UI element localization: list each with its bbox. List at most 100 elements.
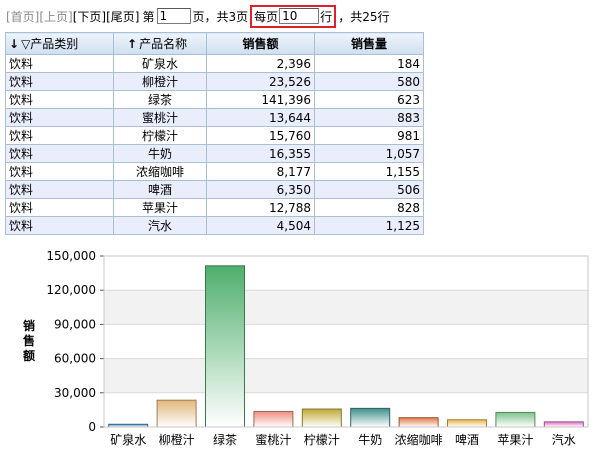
- col-header-qty[interactable]: 销售量: [314, 32, 424, 55]
- bar: [495, 411, 536, 428]
- table-row[interactable]: 饮料 牛奶 16,355 1,057: [5, 144, 424, 163]
- y-axis-label-char: 售: [23, 333, 35, 348]
- y-tick-label: 30,000: [54, 386, 96, 400]
- col-header-label: 产品类别: [30, 37, 79, 51]
- page-size-suffix-label: 行: [320, 9, 333, 24]
- table-row[interactable]: 饮料 绿茶 141,396 623: [5, 90, 424, 109]
- cell-category: 饮料: [5, 108, 114, 127]
- cell-name: 矿泉水: [113, 54, 207, 73]
- page-count-label: 页，共3页: [192, 9, 249, 24]
- y-tick-label: 150,000: [46, 249, 96, 263]
- plot-band: [104, 324, 588, 359]
- cell-qty: 828: [314, 198, 424, 217]
- plot-band: [104, 290, 588, 325]
- cell-category: 饮料: [5, 216, 114, 235]
- table-row[interactable]: 饮料 苹果汁 12,788 828: [5, 198, 424, 217]
- cell-name: 牛奶: [113, 144, 207, 163]
- sales-bar-chart: 0 30,000 60,000 90,000 120,000 150,000 销售额矿泉水柳…: [23, 249, 589, 447]
- y-axis-label: 销售额: [23, 318, 35, 363]
- plot-band: [104, 358, 588, 393]
- cell-category: 饮料: [5, 180, 114, 199]
- table-row[interactable]: 饮料 浓缩咖啡 8,177 1,155: [5, 162, 424, 181]
- next-page-link[interactable]: [下页]: [73, 8, 106, 25]
- filter-icon[interactable]: ▽: [21, 37, 30, 51]
- y-axis-label-char: 额: [23, 348, 35, 363]
- cell-amount: 23,526: [206, 72, 315, 91]
- x-tick-label: 矿泉水: [110, 433, 146, 447]
- page-size-input[interactable]: [279, 8, 320, 24]
- cell-category: 饮料: [5, 90, 114, 109]
- table-row[interactable]: 饮料 汽水 4,504 1,125: [5, 216, 424, 235]
- y-tick-label: 0: [88, 420, 96, 434]
- sort-down-icon[interactable]: ↓: [9, 37, 19, 51]
- cell-name: 蜜桃汁: [113, 108, 207, 127]
- sales-table: ↓ ▽产品类别 ↑ 产品名称 销售额 销售量 饮料 矿泉水 2,396 184 饮料 柳橙汁…: [5, 32, 424, 235]
- cell-amount: 6,350: [206, 180, 315, 199]
- x-tick-label: 牛奶: [358, 432, 382, 447]
- cell-amount: 16,355: [206, 144, 315, 163]
- y-tick-label: 90,000: [54, 317, 96, 331]
- bar: [398, 417, 439, 428]
- bar: [253, 410, 294, 428]
- col-header-label: 产品名称: [139, 37, 188, 51]
- bar: [156, 399, 197, 428]
- cell-qty: 1,155: [314, 162, 424, 181]
- x-tick-label: 浓缩咖啡: [395, 432, 443, 447]
- cell-qty: 623: [314, 90, 424, 109]
- col-header-name[interactable]: ↑ 产品名称: [113, 32, 207, 55]
- cell-category: 饮料: [5, 72, 114, 91]
- cell-amount: 15,760: [206, 126, 315, 145]
- table-row[interactable]: 饮料 啤酒 6,350 506: [5, 180, 424, 199]
- x-tick-label: 苹果汁: [497, 433, 533, 447]
- cell-amount: 8,177: [206, 162, 315, 181]
- cell-category: 饮料: [5, 198, 114, 217]
- cell-name: 绿茶: [113, 90, 207, 109]
- cell-qty: 184: [314, 54, 424, 73]
- x-tick-label: 汽水: [552, 432, 576, 447]
- page-prefix-label: 第: [142, 9, 155, 24]
- cell-qty: 580: [314, 72, 424, 91]
- x-tick-label: 绿茶: [213, 432, 237, 447]
- bar: [205, 265, 245, 428]
- sort-up-icon[interactable]: ↑: [127, 37, 137, 51]
- bar: [350, 407, 391, 428]
- cell-category: 饮料: [5, 54, 114, 73]
- cell-name: 苹果汁: [113, 198, 207, 217]
- prev-page-link[interactable]: [上页]: [39, 8, 72, 25]
- cell-amount: 141,396: [206, 90, 315, 109]
- x-tick-label: 柠檬汁: [304, 432, 340, 447]
- cell-name: 汽水: [113, 216, 207, 235]
- y-tick-label: 120,000: [46, 283, 96, 297]
- table-row[interactable]: 饮料 蜜桃汁 13,644 883: [5, 108, 424, 127]
- first-page-link[interactable]: [首页]: [6, 8, 39, 25]
- total-rows-label: ，共25行: [338, 9, 390, 24]
- cell-qty: 883: [314, 108, 424, 127]
- page-number-input[interactable]: [156, 8, 191, 24]
- col-header-amount[interactable]: 销售额: [206, 32, 315, 55]
- cell-name: 浓缩咖啡: [113, 162, 207, 181]
- y-tick-label: 60,000: [54, 352, 96, 366]
- cell-amount: 13,644: [206, 108, 315, 127]
- x-tick-label: 柳橙汁: [159, 432, 195, 447]
- x-tick-label: 啤酒: [455, 432, 479, 447]
- pager-bar: [首页] [上页] [下页] [尾页] 第 页，共3页 每页 行 ，共25行: [6, 4, 390, 28]
- cell-amount: 4,504: [206, 216, 315, 235]
- table-row[interactable]: 饮料 柠檬汁 15,760 981: [5, 126, 424, 145]
- bar: [447, 419, 487, 428]
- plot-band: [104, 256, 588, 291]
- cell-name: 啤酒: [113, 180, 207, 199]
- col-header-category[interactable]: ↓ ▽产品类别: [5, 32, 114, 55]
- bar: [301, 408, 342, 428]
- cell-qty: 506: [314, 180, 424, 199]
- cell-category: 饮料: [5, 126, 114, 145]
- cell-qty: 1,057: [314, 144, 424, 163]
- page-size-highlight: 每页 行: [250, 4, 337, 28]
- table-row[interactable]: 饮料 矿泉水 2,396 184: [5, 54, 424, 73]
- cell-amount: 2,396: [206, 54, 315, 73]
- cell-category: 饮料: [5, 162, 114, 181]
- y-axis-label-char: 销: [23, 318, 35, 333]
- last-page-link[interactable]: [尾页]: [106, 8, 139, 25]
- cell-qty: 981: [314, 126, 424, 145]
- cell-category: 饮料: [5, 144, 114, 163]
- table-row[interactable]: 饮料 柳橙汁 23,526 580: [5, 72, 424, 91]
